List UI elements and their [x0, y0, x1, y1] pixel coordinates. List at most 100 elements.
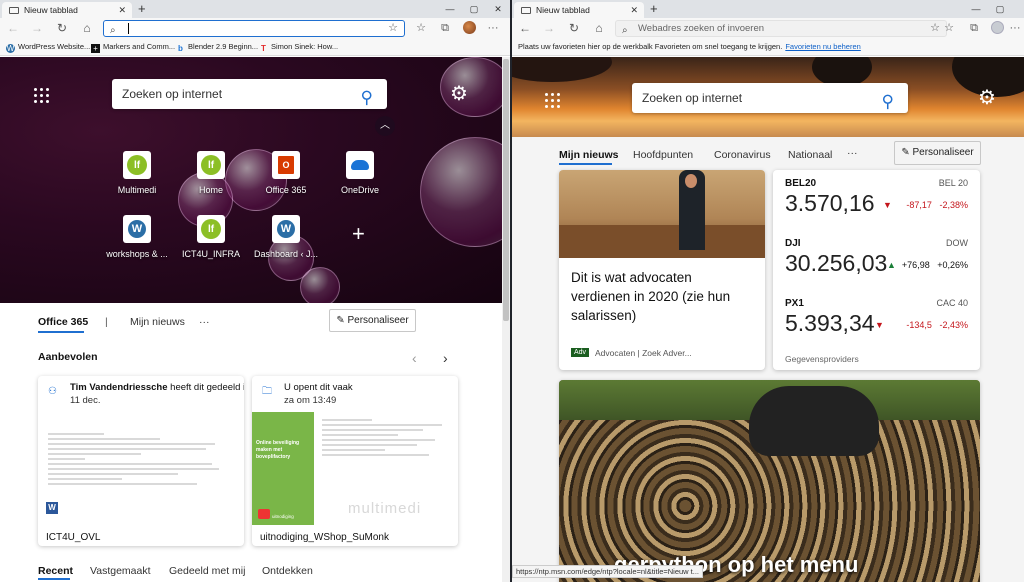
favorites-icon[interactable]: ☆ — [414, 21, 428, 35]
next-arrow-icon[interactable]: › — [443, 350, 448, 366]
tab-mijn-nieuws[interactable]: Mijn nieuws — [559, 149, 619, 161]
up-arrow-icon: ▲ — [887, 260, 896, 270]
office-logo-icon: O — [272, 151, 300, 179]
bookmark-wordpress[interactable]: W WordPress Website... — [6, 39, 90, 55]
add-site-plus-icon[interactable]: + — [352, 221, 365, 247]
apps-launcher-icon[interactable] — [545, 93, 560, 108]
preview-title: Online beveiliging maken met boveplifact… — [256, 440, 300, 460]
favorite-star-icon[interactable]: ☆ — [388, 21, 398, 36]
tab-mijn-nieuws[interactable]: Mijn nieuws — [130, 316, 185, 328]
search-icon[interactable]: ⚲ — [361, 83, 373, 113]
tree-silhouette — [512, 57, 612, 82]
tab-discover[interactable]: Ontdekken — [262, 565, 313, 577]
more-icon[interactable]: ··· — [847, 147, 858, 159]
web-search-box[interactable]: Zoeken op internet ⚲ — [112, 79, 387, 109]
stocks-card[interactable]: BEL20 BEL 20 3.570,16 ▼ -87,17 -2,38% DJ… — [773, 170, 980, 370]
maximize-button[interactable]: ▢ — [466, 0, 482, 18]
nav-separator: | — [105, 316, 108, 328]
quicklink-tile[interactable]: W Dashboard ‹ J... — [246, 215, 326, 259]
collections-icon[interactable]: ⧉ — [967, 21, 981, 35]
article-source[interactable]: Advocaten | Zoek Adver... — [595, 348, 692, 358]
personalize-button[interactable]: ✎ Personaliseer — [329, 309, 416, 332]
close-window-button[interactable]: ✕ — [490, 0, 506, 18]
more-icon[interactable]: ··· — [199, 316, 210, 328]
search-icon[interactable]: ⚲ — [882, 87, 894, 117]
quicklink-tile[interactable]: lf Multimedi — [97, 151, 177, 195]
invite-badge-icon — [258, 509, 270, 519]
tab-recent[interactable]: Recent — [38, 565, 73, 577]
files-nav: Recent Vastgemaakt Gedeeld met mij Ontde… — [0, 565, 502, 579]
favorite-star-icon[interactable]: ☆ — [930, 21, 940, 36]
bookmark-simon-sinek[interactable]: T Simon Sinek: How... — [259, 39, 338, 55]
active-tab-underline — [38, 578, 70, 580]
document-preview — [322, 416, 448, 486]
profile-avatar[interactable] — [463, 21, 476, 34]
prev-arrow-icon[interactable]: ‹ — [412, 350, 417, 366]
document-preview — [48, 430, 234, 530]
maximize-button[interactable]: ▢ — [992, 0, 1008, 18]
settings-gear-icon[interactable]: ⚙ — [978, 85, 996, 110]
profile-avatar[interactable] — [991, 21, 1004, 34]
news-article-card[interactable]: Dit is wat advocaten verdienen in 2020 (… — [559, 170, 765, 370]
tab-office-365[interactable]: Office 365 — [38, 316, 88, 328]
home-icon[interactable]: ⌂ — [80, 21, 94, 35]
article-title[interactable]: Dit is wat advocaten verdienen in 2020 (… — [571, 268, 753, 325]
minimize-button[interactable]: — — [968, 0, 984, 18]
minimize-button[interactable]: — — [442, 0, 458, 18]
quicklink-tile[interactable]: lf Home — [171, 151, 251, 195]
quicklink-tile[interactable]: Wworkshops & ... — [97, 215, 177, 259]
favorites-bar: Plaats uw favorieten hier op de werkbalk… — [512, 39, 1024, 56]
tab-new-tab[interactable]: Nieuw tabblad ✕ — [514, 2, 644, 18]
bookmark-blender[interactable]: b Blender 2.9 Beginn... — [176, 39, 258, 55]
stock-row[interactable]: PX1 CAC 40 5.393,34 ▼ -134,5 -2,43% — [785, 298, 968, 348]
folder-open-icon: 🗀 — [262, 386, 272, 397]
refresh-icon[interactable]: ↻ — [567, 21, 581, 35]
tab-title: Nieuw tabblad — [24, 5, 78, 15]
stock-row[interactable]: BEL20 BEL 20 3.570,16 ▼ -87,17 -2,38% — [785, 178, 968, 228]
address-bar[interactable]: ⌕ ☆ — [103, 20, 405, 37]
new-tab-button[interactable]: + — [650, 0, 658, 18]
collapse-chevron-icon[interactable]: ︿ — [375, 116, 395, 136]
stock-change: +76,98 +0,26% — [901, 260, 968, 270]
bubble-decoration — [420, 137, 502, 247]
forward-arrow-icon[interactable]: → — [542, 21, 556, 35]
tab-hoofdpunten[interactable]: Hoofdpunten — [633, 149, 693, 161]
recommended-card[interactable]: 🗀 U opent dit vaak za om 13:49 Online be… — [252, 376, 458, 546]
web-search-box[interactable]: Zoeken op internet ⚲ — [632, 83, 908, 113]
address-bar[interactable]: ⌕ Webadres zoeken of invoeren ☆ — [615, 20, 947, 37]
forward-arrow-icon[interactable]: → — [30, 21, 44, 35]
menu-icon[interactable]: ··· — [486, 21, 500, 35]
new-tab-button[interactable]: + — [138, 0, 146, 18]
tab-shared[interactable]: Gedeeld met mij — [169, 565, 245, 577]
tab-close-icon[interactable]: ✕ — [118, 2, 126, 18]
back-arrow-icon[interactable]: ← — [6, 21, 20, 35]
news-image-card[interactable]: gerpython op het menu — [559, 380, 980, 582]
plus-square-icon: + — [91, 44, 100, 53]
quicklink-tile[interactable]: O Office 365 — [246, 151, 326, 195]
recommended-card[interactable]: ⚇ Tim Vandendriessche heeft dit gedeeld … — [38, 376, 244, 546]
personalize-button[interactable]: ✎ Personaliseer — [894, 141, 981, 165]
stock-row[interactable]: DJI DOW 30.256,03 ▲ +76,98 +0,26% — [785, 238, 968, 288]
home-icon[interactable]: ⌂ — [592, 21, 606, 35]
back-arrow-icon[interactable]: ← — [518, 21, 532, 35]
scrollbar-thumb[interactable] — [503, 59, 509, 321]
apps-launcher-icon[interactable] — [34, 88, 49, 103]
data-providers-link[interactable]: Gegevensproviders — [785, 354, 859, 364]
favorites-icon[interactable]: ☆ — [942, 21, 956, 35]
quicklink-tile[interactable]: lf ICT4U_INFRA — [171, 215, 251, 259]
tab-pinned[interactable]: Vastgemaakt — [90, 565, 151, 577]
tab-coronavirus[interactable]: Coronavirus — [714, 149, 771, 161]
settings-gear-icon[interactable]: ⚙ — [450, 81, 468, 106]
tab-close-icon[interactable]: ✕ — [630, 2, 638, 18]
refresh-icon[interactable]: ↻ — [55, 21, 69, 35]
vertical-scrollbar[interactable] — [502, 57, 510, 582]
collections-icon[interactable]: ⧉ — [438, 21, 452, 35]
stock-value: 5.393,34 — [785, 310, 875, 336]
activity-date: 11 dec. — [70, 395, 101, 406]
tab-new-tab[interactable]: Nieuw tabblad ✕ — [2, 2, 132, 18]
tab-nationaal[interactable]: Nationaal — [788, 149, 832, 161]
quicklink-tile[interactable]: OneDrive — [320, 151, 400, 195]
bookmark-markers[interactable]: + Markers and Comm... — [91, 39, 175, 55]
menu-icon[interactable]: ··· — [1008, 21, 1022, 35]
manage-favorites-link[interactable]: Favorieten nu beheren — [785, 42, 860, 51]
